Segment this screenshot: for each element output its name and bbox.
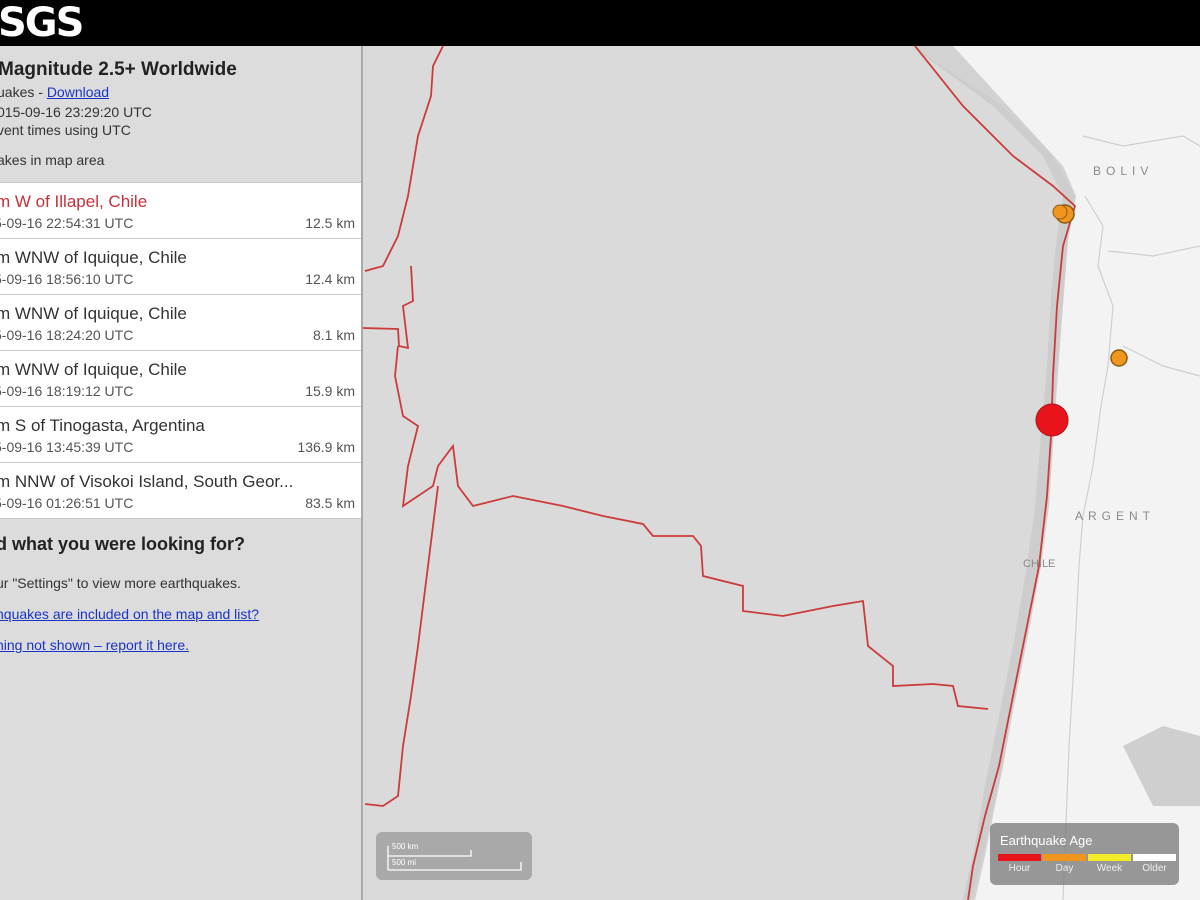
map-area[interactable]: BOLIV ARGENT CHILE 500 km 500 mi Earthqu… (363, 46, 1200, 900)
earthquake-depth: 15.9 km (305, 383, 355, 399)
legend-bar-day (1043, 854, 1086, 861)
legend-label-hour: Hour (1008, 863, 1031, 874)
earthquake-title: m W of Illapel, Chile (0, 192, 148, 211)
times-note: vent times using UTC (0, 122, 131, 138)
legend-bar-week (1088, 854, 1131, 861)
earthquake-depth: 8.1 km (312, 327, 355, 343)
earthquake-list-item[interactable]: m WNW of Iquique, Chile 5-09-16 18:56:10… (0, 238, 361, 294)
top-bar: SGS (0, 0, 1200, 46)
updated-time: 015-09-16 23:29:20 UTC (0, 104, 152, 120)
earthquake-title: m S of Tinogasta, Argentina (0, 416, 205, 435)
earthquake-list-item[interactable]: m W of Illapel, Chile 5-09-16 22:54:31 U… (0, 182, 361, 238)
scale-km-label: 500 km (392, 842, 419, 851)
earthquake-title: m WNW of Iquique, Chile (0, 248, 187, 267)
earthquake-list-item[interactable]: m WNW of Iquique, Chile 5-09-16 18:19:12… (0, 350, 361, 406)
map-area-note: akes in map area (0, 152, 105, 168)
earthquake-marker-illapel (1035, 403, 1069, 437)
scale-bar-lines (387, 846, 522, 871)
earthquake-depth: 12.4 km (305, 271, 355, 287)
legend-label-older: Older (1142, 863, 1167, 874)
earthquake-marker-tinogasta (1110, 349, 1128, 367)
included-earthquakes-link[interactable]: hquakes are included on the map and list… (0, 606, 259, 622)
settings-hint: ur "Settings" to view more earthquakes. (0, 575, 241, 591)
legend-bar-hour (998, 854, 1041, 861)
plate-boundaries (363, 46, 1077, 900)
country-label-bolivia: BOLIV (1093, 164, 1154, 178)
earthquake-title: m NNW of Visokoi Island, South Geor... (0, 472, 294, 491)
earthquake-age-legend: Earthquake Age Hour Day Week Older (990, 823, 1179, 885)
earthquake-list-item[interactable]: m S of Tinogasta, Argentina 5-09-16 13:4… (0, 406, 361, 462)
download-link[interactable]: Download (47, 84, 109, 100)
feed-count: uakes - Download (0, 84, 109, 100)
earthquake-time: 5-09-16 01:26:51 UTC (0, 495, 134, 511)
legend-label-week: Week (1096, 863, 1123, 874)
earthquake-marker-iquique-2 (1052, 204, 1068, 220)
earthquake-list: m W of Illapel, Chile 5-09-16 22:54:31 U… (0, 182, 361, 519)
scale-bar: 500 km 500 mi (376, 832, 532, 880)
earthquake-time: 5-09-16 18:24:20 UTC (0, 327, 134, 343)
earthquake-list-item[interactable]: m NNW of Visokoi Island, South Geor... 5… (0, 462, 361, 519)
earthquake-title: m WNW of Iquique, Chile (0, 304, 187, 323)
report-missing-link[interactable]: hing not shown – report it here. (0, 637, 189, 653)
legend-title: Earthquake Age (1000, 833, 1093, 848)
earthquake-time: 5-09-16 13:45:39 UTC (0, 439, 134, 455)
feed-title: Magnitude 2.5+ Worldwide (0, 59, 237, 80)
legend-bar-older (1133, 854, 1176, 861)
earthquake-time: 5-09-16 18:19:12 UTC (0, 383, 134, 399)
earthquake-title: m WNW of Iquique, Chile (0, 360, 187, 379)
earthquake-depth: 12.5 km (305, 215, 355, 231)
map-canvas (363, 46, 1200, 900)
country-label-argentina: ARGENT (1075, 509, 1156, 523)
legend-label-day: Day (1055, 863, 1074, 874)
scale-mi-label: 500 mi (392, 858, 417, 867)
earthquake-depth: 136.9 km (297, 439, 355, 455)
earthquake-time: 5-09-16 18:56:10 UTC (0, 271, 134, 287)
not-found-heading: d what you were looking for? (0, 534, 246, 554)
usgs-logo[interactable]: SGS (0, 0, 84, 46)
earthquake-depth: 83.5 km (305, 495, 355, 511)
sidebar: Magnitude 2.5+ Worldwide uakes - Downloa… (0, 46, 363, 900)
quakes-prefix: uakes - (0, 84, 47, 100)
country-label-chile: CHILE (1023, 558, 1056, 570)
earthquake-time: 5-09-16 22:54:31 UTC (0, 215, 134, 231)
earthquake-list-item[interactable]: m WNW of Iquique, Chile 5-09-16 18:24:20… (0, 294, 361, 350)
